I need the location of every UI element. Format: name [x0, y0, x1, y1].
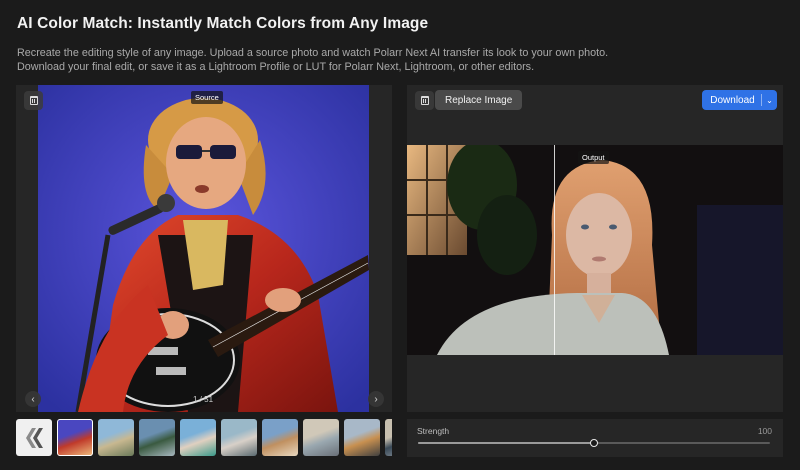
- output-tag: Output: [578, 151, 609, 164]
- app-logo-thumbnail[interactable]: [16, 419, 52, 456]
- output-panel: Replace Image Download ⌄ Output: [407, 85, 783, 412]
- trash-icon: [420, 96, 429, 105]
- strength-label: Strength: [417, 426, 450, 436]
- previous-button[interactable]: ‹: [25, 391, 41, 407]
- image-thumbnail[interactable]: [385, 419, 392, 456]
- next-button[interactable]: ›: [368, 391, 384, 407]
- delete-source-button[interactable]: [24, 91, 43, 110]
- description-line-1: Recreate the editing style of any image.…: [17, 47, 609, 59]
- output-photo-illustration: [407, 145, 783, 355]
- strength-slider[interactable]: [418, 439, 770, 447]
- image-thumbnail[interactable]: [139, 419, 175, 456]
- image-thumbnail[interactable]: [344, 419, 380, 456]
- chevron-right-icon: ›: [374, 393, 378, 405]
- image-thumbnail[interactable]: [221, 419, 257, 456]
- source-image[interactable]: [38, 85, 369, 412]
- strength-value: 100: [757, 426, 772, 436]
- description-line-2: Download your final edit, or save it as …: [17, 61, 535, 73]
- chevron-down-icon[interactable]: ⌄: [762, 96, 777, 105]
- strength-slider-thumb[interactable]: [590, 439, 598, 447]
- strength-slider-fill: [418, 442, 594, 444]
- image-thumbnail[interactable]: [98, 419, 134, 456]
- download-label: Download: [710, 94, 755, 106]
- image-thumbnail[interactable]: [57, 419, 93, 456]
- strength-panel: Strength 100: [407, 419, 783, 457]
- chevron-left-icon: ‹: [31, 393, 35, 405]
- source-panel: Source ‹ 1 / 51 ›: [16, 85, 392, 412]
- page-title: AI Color Match: Instantly Match Colors f…: [17, 15, 429, 32]
- trash-icon: [29, 96, 38, 105]
- source-photo-illustration: [38, 85, 369, 412]
- page-description: Recreate the editing style of any image.…: [17, 46, 787, 74]
- image-thumbnail[interactable]: [303, 419, 339, 456]
- image-thumbnail[interactable]: [262, 419, 298, 456]
- replace-image-button[interactable]: Replace Image: [435, 90, 523, 110]
- download-button[interactable]: Download ⌄: [702, 90, 777, 110]
- output-image[interactable]: Output: [407, 145, 783, 355]
- source-tag: Source: [191, 91, 223, 104]
- image-counter: 1 / 51: [193, 395, 214, 404]
- image-thumbnail[interactable]: [180, 419, 216, 456]
- delete-output-button[interactable]: [415, 91, 434, 110]
- compare-split-handle[interactable]: [553, 145, 556, 355]
- polarr-logo-icon: [26, 427, 43, 448]
- thumbnail-strip: [16, 419, 392, 457]
